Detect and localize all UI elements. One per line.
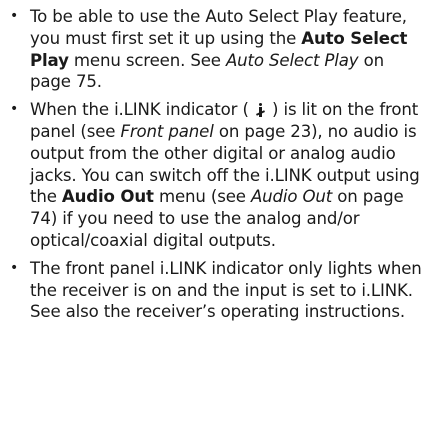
- note-auto-select-play: • To be able to use the Auto Select Play…: [4, 6, 425, 93]
- cross-reference: Front panel: [120, 121, 214, 141]
- note-ilink-indicator: • When the i.LINK indicator ( ) is lit o…: [4, 99, 425, 252]
- cross-reference: Audio Out: [250, 187, 333, 207]
- cross-reference: Auto Select Play: [225, 50, 359, 70]
- note-front-panel-indicator: • The front panel i.LINK indicator only …: [4, 258, 425, 323]
- bullet: •: [10, 8, 19, 24]
- note-text: menu screen. See: [68, 50, 226, 70]
- ilink-icon: [255, 103, 265, 118]
- note-text: When the i.LINK indicator (: [30, 100, 254, 120]
- note-text: menu (see: [153, 187, 251, 207]
- notes-list: • To be able to use the Auto Select Play…: [4, 6, 425, 323]
- bullet: •: [10, 259, 19, 276]
- menu-name-audio-out: Audio Out: [61, 187, 154, 207]
- note-text: The front panel i.LINK indicator only li…: [30, 258, 422, 322]
- manual-page: • To be able to use the Auto Select Play…: [0, 0, 431, 428]
- bullet: •: [10, 101, 19, 118]
